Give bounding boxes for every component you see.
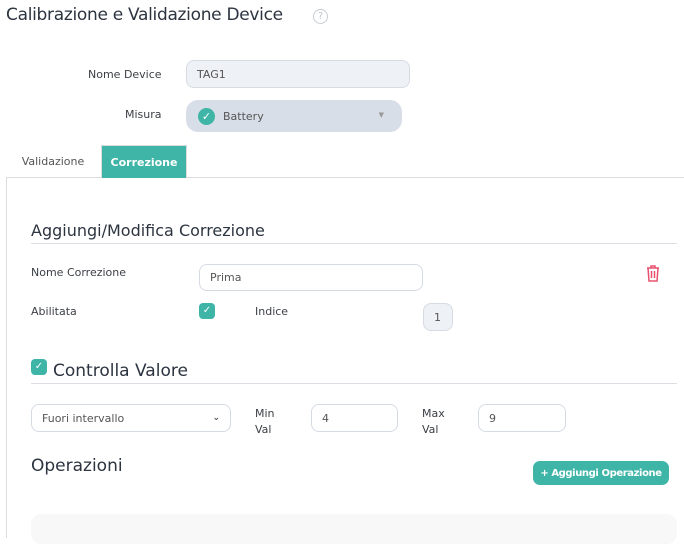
- measure-label: Misura: [125, 108, 162, 121]
- max-value: 9: [489, 411, 496, 425]
- plus-icon: +: [540, 467, 549, 479]
- check-mode-select[interactable]: Fuori intervallo ⌄: [31, 404, 231, 432]
- operations-title: Operazioni: [31, 456, 123, 476]
- device-name-value: TAG1: [197, 67, 226, 81]
- check-mode-value: Fuori intervallo: [42, 411, 125, 425]
- correction-name-input[interactable]: Prima: [199, 264, 423, 291]
- correction-section-title: Aggiungi/Modifica Correzione: [31, 221, 265, 240]
- max-label-line2: Val: [422, 423, 439, 436]
- correction-name-label: Nome Correzione: [31, 266, 127, 279]
- device-name-input[interactable]: TAG1: [186, 60, 410, 88]
- measure-select[interactable]: ✓ Battery ▼: [186, 100, 402, 132]
- max-val-label: Max Val: [422, 406, 445, 438]
- help-icon[interactable]: ?: [313, 9, 328, 24]
- add-operation-label: Aggiungi Operazione: [551, 467, 662, 479]
- min-label-line1: Min: [255, 407, 275, 420]
- check-circle-icon: ✓: [198, 107, 215, 125]
- device-name-label: Nome Device: [88, 68, 162, 81]
- page-title: Calibrazione e Validazione Device: [6, 5, 283, 25]
- add-operation-button[interactable]: + Aggiungi Operazione: [533, 461, 669, 485]
- min-value: 4: [322, 411, 329, 425]
- correction-name-value: Prima: [210, 271, 242, 284]
- index-value: 1: [434, 310, 441, 324]
- index-label: Indice: [255, 305, 289, 318]
- caret-down-icon: ▼: [378, 111, 384, 119]
- operations-list: [31, 514, 677, 544]
- chevron-down-icon: ⌄: [212, 413, 220, 423]
- tab-validazione[interactable]: Validazione: [10, 145, 96, 178]
- check-value-checkbox[interactable]: ✓: [31, 359, 47, 375]
- min-label-line2: Val: [255, 423, 272, 436]
- max-value-input[interactable]: 9: [478, 404, 566, 432]
- min-value-input[interactable]: 4: [311, 404, 398, 432]
- tab-correzione[interactable]: Correzione: [101, 145, 187, 178]
- measure-value: Battery: [223, 109, 264, 123]
- divider: [31, 243, 677, 244]
- index-input[interactable]: 1: [423, 303, 453, 331]
- enabled-checkbox[interactable]: ✓: [199, 303, 215, 319]
- trash-icon[interactable]: [645, 264, 665, 284]
- divider: [31, 383, 677, 384]
- check-value-title: Controlla Valore: [53, 361, 188, 381]
- max-label-line1: Max: [422, 407, 445, 420]
- min-val-label: Min Val: [255, 406, 275, 438]
- enabled-label: Abilitata: [31, 305, 77, 318]
